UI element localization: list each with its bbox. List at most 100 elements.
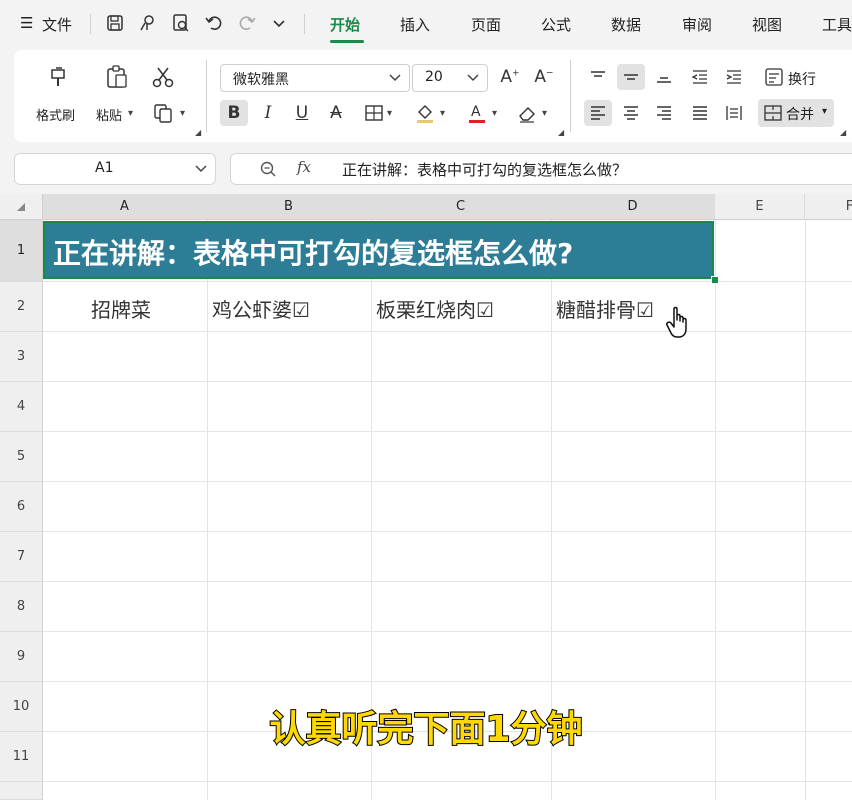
tab-view[interactable]: 视图 [752,14,782,35]
distributed-button[interactable] [720,100,748,126]
align-bottom-icon [657,77,671,83]
format-painter-label[interactable]: 格式刷 [36,105,75,124]
row-header-7[interactable]: 7 [0,532,43,582]
merge-button[interactable]: 合并 ▾ [758,99,834,127]
clipboard-launcher-icon[interactable]: ◢ [195,128,201,137]
cell-b2[interactable]: 鸡公虾婆☑ [212,294,310,323]
undo-icon[interactable] [203,12,225,34]
column-header-d[interactable]: D [551,194,715,220]
row-header-4[interactable]: 4 [0,382,43,432]
align-center-button[interactable] [617,100,645,126]
fill-color-icon[interactable] [414,102,436,124]
redo-icon[interactable] [236,12,258,34]
chevron-down-icon [195,165,207,173]
select-all-corner[interactable] [0,194,43,220]
row-header-12[interactable] [0,782,43,800]
select-all-icon [17,202,25,211]
copy-icon[interactable] [152,102,174,124]
decrease-font-size-button[interactable]: A− [530,64,558,90]
name-box[interactable]: A1 [14,153,216,185]
menu-bar: ☰ 文件 开始 插入 页面 公式 数据 审阅 视图 工具 [0,0,852,48]
align-left-icon [591,106,605,120]
increase-font-icon: A+ [500,67,520,87]
fill-handle[interactable] [711,276,719,284]
alignment-launcher-icon[interactable]: ◢ [840,128,846,137]
tab-insert[interactable]: 插入 [400,14,430,35]
font-name-value: 微软雅黑 [233,72,289,88]
formula-row: A1 fx 正在讲解：表格中可打勾的复选框怎么做？ [0,148,852,190]
column-header-e[interactable]: E [715,194,805,220]
border-dropdown-icon[interactable]: ▾ [387,108,392,119]
clear-format-dropdown-icon[interactable]: ▾ [542,108,547,119]
tab-review[interactable]: 审阅 [682,14,712,35]
column-header-a[interactable]: A [43,194,207,220]
font-color-dropdown-icon[interactable]: ▾ [492,108,497,119]
row-header-2[interactable]: 2 [0,282,43,332]
save-icon[interactable] [104,12,126,34]
svg-text:A: A [471,104,481,120]
file-menu[interactable]: 文件 [42,14,72,35]
tab-formula[interactable]: 公式 [541,14,571,35]
font-color-icon[interactable]: A [466,102,488,124]
row-header-3[interactable]: 3 [0,332,43,382]
quick-access-dropdown-icon[interactable] [268,12,290,34]
tab-tools[interactable]: 工具 [822,14,852,35]
increase-indent-button[interactable] [720,64,748,90]
font-size-select[interactable]: 20 [412,64,488,92]
italic-button[interactable]: I [254,100,282,126]
row-header-5[interactable]: 5 [0,432,43,482]
wrap-text-icon[interactable] [764,67,784,87]
main-menu-icon[interactable]: ☰ [20,14,33,32]
copy-dropdown-icon[interactable]: ▾ [180,108,185,119]
tab-home[interactable]: 开始 [330,14,360,35]
wrap-text-label[interactable]: 换行 [788,69,816,89]
chevron-down-icon [389,74,401,82]
zoom-icon[interactable] [259,160,277,178]
underline-icon: U [295,103,309,123]
column-header-b[interactable]: B [207,194,371,220]
font-launcher-icon[interactable]: ◢ [558,128,564,137]
paste-dropdown-icon[interactable]: ▾ [128,108,133,119]
strikethrough-button[interactable]: A [322,100,350,126]
align-center-icon [624,106,638,120]
cut-icon[interactable] [150,64,176,90]
row-header-1[interactable]: 1 [0,220,43,282]
align-middle-button[interactable] [617,64,645,90]
bold-button[interactable]: B [220,100,248,126]
align-right-button[interactable] [650,100,678,126]
cell-d2[interactable]: 糖醋排骨☑ [556,294,654,323]
fx-icon[interactable]: fx [297,158,311,176]
video-subtitle: 认真听完下面1分钟 [268,708,583,751]
align-left-button[interactable] [584,100,612,126]
font-name-select[interactable]: 微软雅黑 [220,64,410,92]
title-cell-text: 正在讲解：表格中可打勾的复选框怎么做? [53,237,574,270]
tab-page[interactable]: 页面 [471,14,501,35]
cell-c2[interactable]: 板栗红烧肉☑ [376,294,494,323]
align-bottom-button[interactable] [650,64,678,90]
fill-color-dropdown-icon[interactable]: ▾ [440,108,445,119]
row-header-9[interactable]: 9 [0,632,43,682]
format-painter-icon[interactable] [46,64,72,90]
increase-font-size-button[interactable]: A+ [496,64,524,90]
column-header-f[interactable]: F [805,194,852,220]
print-preview-icon[interactable] [170,12,192,34]
title-cell-a1[interactable]: 正在讲解：表格中可打勾的复选框怎么做? [43,221,714,279]
tab-data[interactable]: 数据 [611,14,641,35]
underline-button[interactable]: U [288,100,316,126]
row-header-8[interactable]: 8 [0,582,43,632]
column-header-c[interactable]: C [371,194,551,220]
paste-label[interactable]: 粘贴 [96,105,122,124]
decrease-indent-button[interactable] [686,64,714,90]
justify-icon [693,106,707,120]
clear-format-icon[interactable] [516,102,538,124]
cell-a2[interactable]: 招牌菜 [91,294,151,323]
formula-content[interactable]: 正在讲解：表格中可打勾的复选框怎么做？ [342,159,627,180]
border-icon[interactable] [364,104,384,122]
align-top-button[interactable] [584,64,612,90]
output-pdf-icon[interactable] [137,12,159,34]
formula-bar[interactable]: fx 正在讲解：表格中可打勾的复选框怎么做？ [230,153,852,185]
font-size-value: 20 [425,69,443,85]
justify-button[interactable] [686,100,714,126]
paste-icon[interactable] [104,64,130,90]
row-header-6[interactable]: 6 [0,482,43,532]
